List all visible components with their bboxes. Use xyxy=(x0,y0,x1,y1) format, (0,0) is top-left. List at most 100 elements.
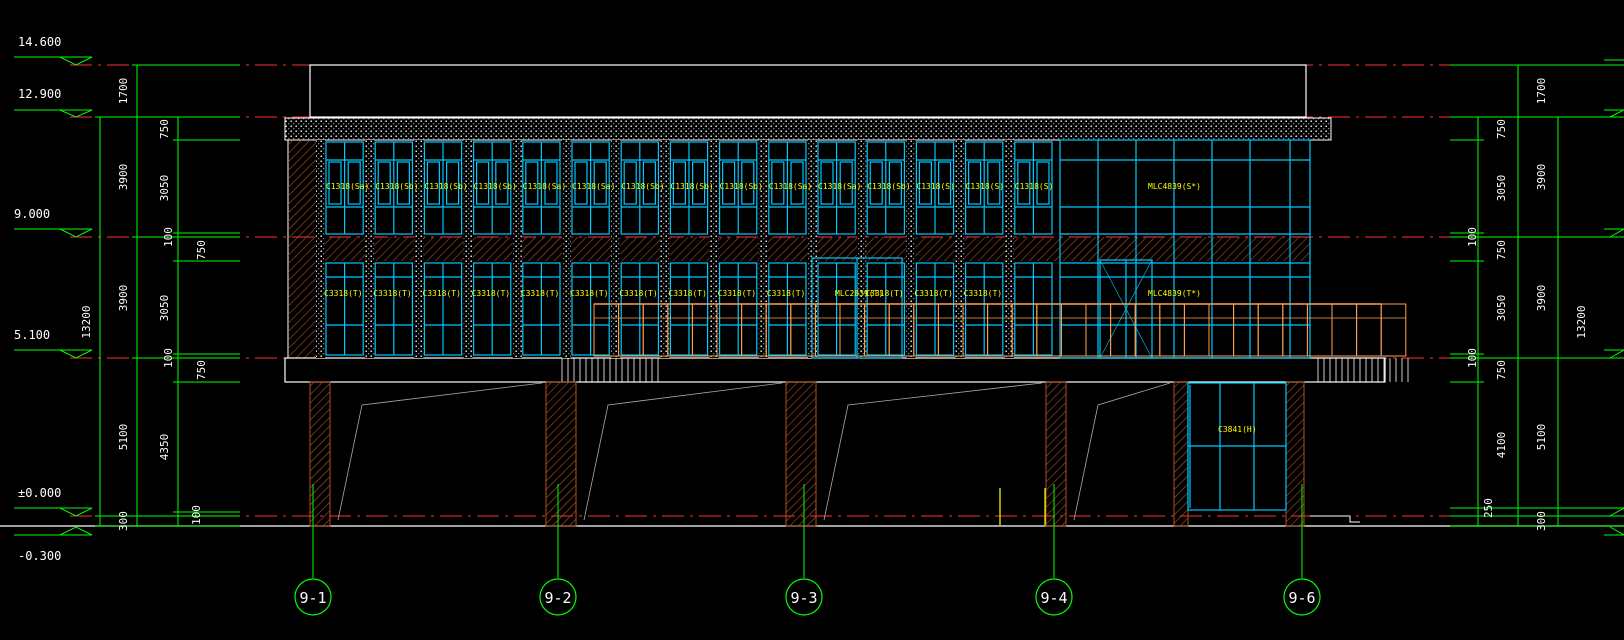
dim-right-300: 300 xyxy=(1535,511,1548,531)
lower-window xyxy=(964,262,1004,356)
roof-parapet xyxy=(309,64,1307,118)
window-tag: C1318(Sa) xyxy=(326,182,369,191)
level-label-9000: 9.000 xyxy=(14,207,50,221)
window-tag: C3318(T) xyxy=(767,289,806,298)
lower-window xyxy=(423,262,463,356)
ground-columns xyxy=(309,381,1305,527)
window-tag: C3318(T) xyxy=(619,289,658,298)
lower-window xyxy=(768,262,807,356)
ground-entry-glazing xyxy=(1187,382,1287,511)
window-tag: C3318(T) xyxy=(422,289,461,298)
railing-panel xyxy=(1036,303,1062,357)
pier xyxy=(414,140,424,358)
pier xyxy=(512,140,522,358)
axis-label: 9-2 xyxy=(544,589,571,607)
elevation-drawing: C3841(H) 9-1 9-2 9-3 9-4 9-6 14.600 12.9… xyxy=(0,35,1624,616)
window-tag: C1318(Sb) xyxy=(621,182,664,191)
dim-left-inner-100b: 100 xyxy=(162,348,175,368)
column xyxy=(1045,381,1067,527)
dim-right-total: 13200 xyxy=(1575,305,1588,338)
axis-label: 9-3 xyxy=(790,589,817,607)
pier xyxy=(365,140,375,358)
railing-panel xyxy=(1331,303,1358,357)
step-detail xyxy=(1310,515,1360,523)
railing-panel xyxy=(1356,303,1382,357)
lower-window xyxy=(473,262,512,356)
dim-left-1700: 1700 xyxy=(117,78,130,105)
lower-window xyxy=(1014,262,1053,356)
lower-window xyxy=(620,262,660,356)
window-tag: C3318(T) xyxy=(472,289,511,298)
soffit-line xyxy=(583,382,783,521)
axis-label: 9-4 xyxy=(1040,589,1067,607)
railing-panel xyxy=(1380,303,1407,357)
railing-panel xyxy=(1134,303,1161,357)
window-tag: C1318(Sb) xyxy=(670,182,713,191)
window-tag: C3318(T) xyxy=(521,289,560,298)
dim-right-inner-100b: 100 xyxy=(1466,348,1479,368)
dim-left-inner-750a: 750 xyxy=(158,119,171,139)
dim-left-inner-750c: 750 xyxy=(195,360,208,380)
dim-left-inner-100c: 100 xyxy=(190,505,203,525)
railing-panel xyxy=(1183,303,1210,357)
window-tag: C1318(Sa) xyxy=(572,182,615,191)
level-label-14600: 14.600 xyxy=(18,35,61,49)
level-label-12900: 12.900 xyxy=(18,87,61,101)
pier xyxy=(463,140,473,358)
window-tag: C3318(T) xyxy=(668,289,707,298)
dim-right-1700: 1700 xyxy=(1535,78,1548,105)
dim-left-3900b: 3900 xyxy=(117,285,130,312)
railing-panel xyxy=(1208,303,1235,357)
window-tag: C3318(T) xyxy=(865,289,904,298)
dim-left-300: 300 xyxy=(117,511,130,531)
level-label-0000: ±0.000 xyxy=(18,486,61,500)
window-tag: C1318(Sb) xyxy=(867,182,910,191)
lower-window xyxy=(915,262,955,356)
railing-panel xyxy=(1257,303,1284,357)
window-tag: C1318(S) xyxy=(966,182,1005,191)
window-tag: C1318(S) xyxy=(916,182,955,191)
window-tag: C3318(T) xyxy=(964,289,1003,298)
slab-balusters xyxy=(561,358,1409,382)
column xyxy=(1285,381,1305,527)
window-tag: C1318(Sb) xyxy=(375,182,418,191)
dim-right-inner-750a: 750 xyxy=(1495,119,1508,139)
dim-right-inner-750c: 750 xyxy=(1495,360,1508,380)
axis-label: 9-6 xyxy=(1288,589,1315,607)
railing-panel xyxy=(1233,303,1259,357)
dim-left-inner-3050a: 3050 xyxy=(158,175,171,202)
level-markers-left xyxy=(14,56,93,536)
dim-right-inner-3050b: 3050 xyxy=(1495,295,1508,322)
lower-window xyxy=(522,262,561,356)
window-tag: C3318(T) xyxy=(373,289,412,298)
window-tag: C1318(Sb) xyxy=(720,182,763,191)
window-tag: C1318(Sb) xyxy=(424,182,467,191)
window-tag: C1318(Sa) xyxy=(769,182,812,191)
dim-right-3900b: 3900 xyxy=(1535,285,1548,312)
soffit-line xyxy=(337,382,543,521)
dim-right-inner-4100: 4100 xyxy=(1495,432,1508,459)
floor-slab xyxy=(284,357,1386,383)
dim-right-3900a: 3900 xyxy=(1535,164,1548,191)
soffit-line xyxy=(1073,382,1171,521)
column xyxy=(1173,381,1189,527)
left-end-wall xyxy=(288,140,316,358)
dim-right-inner-250: 250 xyxy=(1482,498,1495,518)
dim-right-inner-3050a: 3050 xyxy=(1495,175,1508,202)
level-label-minus0300: -0.300 xyxy=(18,549,61,563)
dim-left-5100: 5100 xyxy=(117,424,130,451)
lower-window xyxy=(325,262,364,356)
lower-window xyxy=(817,262,856,356)
railing-panel xyxy=(1060,303,1087,357)
window-tag: C3318(T) xyxy=(324,289,363,298)
dim-left-total: 13200 xyxy=(80,305,93,338)
railing-panel xyxy=(1159,303,1185,357)
lower-window xyxy=(718,262,758,356)
window-tag: C1318(Sa) xyxy=(818,182,861,191)
window-tag: C3318(T) xyxy=(718,289,757,298)
dim-left-3900a: 3900 xyxy=(117,164,130,191)
window-tag: C1318(Sa) xyxy=(523,182,566,191)
dim-left-inner-100a: 100 xyxy=(162,227,175,247)
axis-label: 9-1 xyxy=(299,589,326,607)
column xyxy=(785,381,817,527)
